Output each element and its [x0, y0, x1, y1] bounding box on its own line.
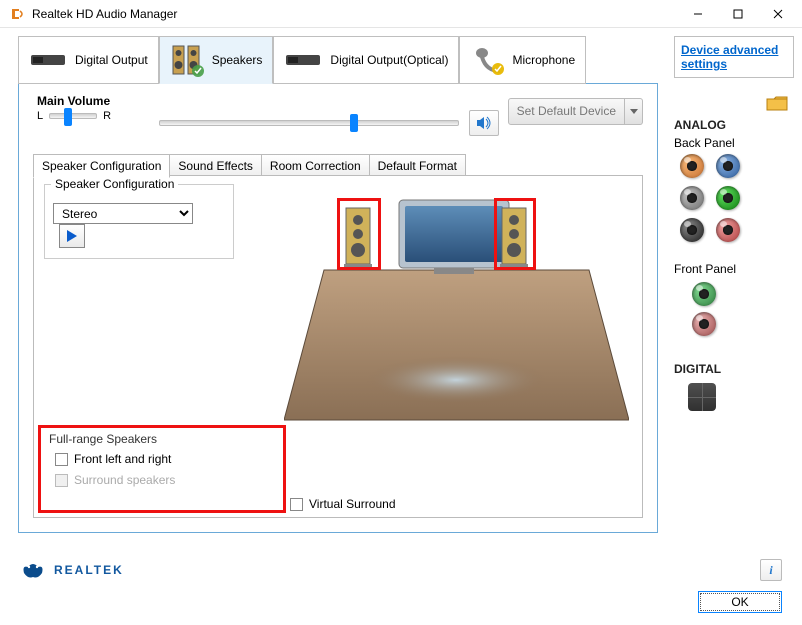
device-advanced-settings-link[interactable]: Device advanced settings — [681, 43, 778, 71]
device-tabs: Digital Output Speakers Digital Output(O… — [18, 36, 586, 84]
balance-l-label: L — [37, 110, 43, 122]
window-title: Realtek HD Audio Manager — [32, 7, 678, 21]
highlight-right-speaker — [494, 198, 536, 270]
main-volume-slider[interactable] — [159, 120, 459, 126]
realtek-crab-icon — [20, 559, 46, 581]
speaker-configuration-select[interactable]: Stereo — [53, 203, 193, 224]
device-advanced-settings[interactable]: Device advanced settings — [674, 36, 794, 78]
brand-text: REALTEK — [54, 563, 124, 577]
maximize-button[interactable] — [718, 0, 758, 28]
checkbox-surround — [55, 474, 68, 487]
minimize-button[interactable] — [678, 0, 718, 28]
digital-header: DIGITAL — [674, 362, 794, 376]
tab-label: Microphone — [512, 53, 575, 67]
jack-green-front[interactable] — [692, 282, 716, 306]
folder-icon[interactable] — [766, 94, 788, 115]
jack-blue[interactable] — [716, 154, 740, 178]
info-button[interactable]: i — [760, 559, 782, 581]
close-button[interactable] — [758, 0, 798, 28]
speaker-configuration-fieldset: Speaker Configuration Stereo — [44, 184, 234, 259]
subtab-speaker-configuration[interactable]: Speaker Configuration — [33, 154, 170, 178]
chevron-down-icon — [630, 109, 638, 115]
tab-label: Digital Output — [75, 53, 148, 67]
front-panel-label: Front Panel — [674, 262, 794, 276]
highlight-left-speaker — [337, 198, 381, 270]
balance-slider[interactable] — [49, 113, 97, 119]
front-panel-jacks — [674, 282, 794, 336]
balance-r-label: R — [103, 110, 111, 122]
set-default-label: Set Default Device — [517, 104, 616, 118]
jack-black[interactable] — [680, 218, 704, 242]
speakers-icon — [170, 43, 206, 77]
brand: REALTEK — [20, 559, 136, 581]
back-panel-jacks — [674, 150, 754, 246]
set-default-button[interactable]: Set Default Device — [508, 98, 625, 125]
digital-output-icon — [29, 50, 69, 70]
ok-label: OK — [731, 595, 748, 609]
back-panel-label: Back Panel — [674, 136, 794, 150]
sub-panel: Speaker Configuration Stereo — [33, 175, 643, 518]
room-scene — [284, 190, 629, 430]
play-button[interactable] — [59, 224, 85, 248]
jack-green[interactable] — [716, 186, 740, 210]
set-default-dropdown[interactable] — [625, 98, 643, 125]
tab-digital-output[interactable]: Digital Output — [18, 36, 159, 84]
full-range-fieldset: Full-range Speakers Front left and right… — [38, 425, 286, 513]
checkbox-virtual-surround[interactable] — [290, 498, 303, 511]
play-icon — [66, 229, 78, 243]
main-panel: Main Volume L R Set Default Device — [18, 83, 658, 533]
checkbox-surround-label: Surround speakers — [74, 473, 175, 487]
full-range-title: Full-range Speakers — [49, 432, 275, 446]
virtual-surround-label: Virtual Surround — [309, 497, 396, 511]
jack-pink-back[interactable] — [716, 218, 740, 242]
app-icon — [10, 6, 26, 22]
checkbox-front-lr[interactable] — [55, 453, 68, 466]
speaker-sound-icon — [475, 115, 493, 131]
microphone-icon — [470, 45, 506, 75]
tab-label: Digital Output(Optical) — [330, 53, 448, 67]
set-default-device: Set Default Device — [508, 98, 643, 125]
titlebar: Realtek HD Audio Manager — [0, 0, 802, 28]
checkbox-front-lr-label: Front left and right — [74, 452, 171, 466]
jack-orange[interactable] — [680, 154, 704, 178]
tab-digital-output-optical[interactable]: Digital Output(Optical) — [273, 36, 459, 84]
digital-jack[interactable] — [688, 383, 716, 411]
jack-gray[interactable] — [680, 186, 704, 210]
mute-button[interactable] — [469, 110, 499, 136]
analog-header: ANALOG — [674, 118, 794, 132]
speaker-configuration-legend: Speaker Configuration — [51, 177, 178, 191]
tab-microphone[interactable]: Microphone — [459, 36, 586, 84]
ok-button[interactable]: OK — [698, 591, 782, 613]
jack-pink-front[interactable] — [692, 312, 716, 336]
tab-label: Speakers — [212, 53, 263, 67]
digital-output-optical-icon — [284, 50, 324, 70]
tab-speakers[interactable]: Speakers — [159, 36, 274, 84]
